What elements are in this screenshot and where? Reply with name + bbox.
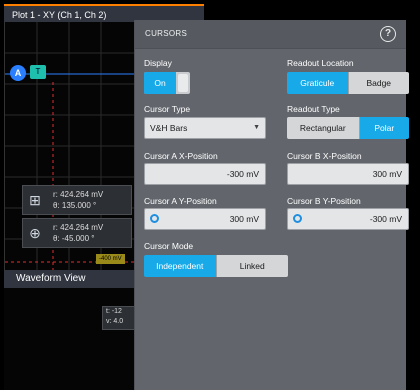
knob-icon bbox=[293, 214, 302, 223]
cursor-mode-independent-button[interactable]: Independent bbox=[144, 255, 216, 277]
circle-cross-icon: ⊕ bbox=[29, 225, 41, 241]
cursors-dialog: CURSORS ? Display On Readout Location Gr… bbox=[134, 20, 409, 390]
readout-type-selector: Rectangular Polar bbox=[287, 117, 409, 139]
cursor-type-value: V&H Bars bbox=[150, 123, 188, 133]
readout-2-radius: r: 424.264 mV bbox=[53, 223, 104, 232]
readout-1-angle: θ: 135.000 ° bbox=[53, 201, 97, 210]
cursor-type-label: Cursor Type bbox=[144, 104, 191, 114]
right-edge bbox=[405, 0, 420, 390]
readout-type-polar-button[interactable]: Polar bbox=[358, 117, 409, 139]
readout-type-rectangular-button[interactable]: Rectangular bbox=[287, 117, 359, 139]
dialog-header[interactable]: CURSORS ? bbox=[135, 20, 406, 49]
readout-location-graticule-button[interactable]: Graticule bbox=[287, 72, 348, 94]
waveform-view-title-bar[interactable]: Waveform View bbox=[4, 270, 134, 288]
waveform-readout: t: -12 v: 4.0 bbox=[102, 306, 138, 330]
cursor-mode-label: Cursor Mode bbox=[144, 241, 194, 251]
cursor-b-x-value: 300 mV bbox=[372, 169, 402, 179]
channel-a-marker[interactable]: A bbox=[10, 65, 26, 81]
display-label: Display bbox=[144, 58, 172, 68]
cursor-a-y-label: Cursor A Y-Position bbox=[144, 196, 217, 206]
knob-icon bbox=[150, 214, 159, 223]
plot-title: Plot 1 - XY (Ch 1, Ch 2) bbox=[12, 10, 107, 20]
waveform-readout-time: t: -12 bbox=[106, 308, 122, 315]
help-icon[interactable]: ? bbox=[380, 26, 396, 42]
waveform-view-area[interactable] bbox=[4, 288, 134, 390]
cursor-a-x-label: Cursor A X-Position bbox=[144, 151, 218, 161]
display-toggle[interactable]: On bbox=[144, 72, 190, 94]
cursor-readout-1[interactable]: ⊞ r: 424.264 mV θ: 135.000 ° bbox=[22, 185, 132, 215]
cursor-a-x-value: -300 mV bbox=[226, 169, 259, 179]
cursor-type-dropdown[interactable]: V&H Bars ▼ bbox=[144, 117, 266, 139]
toggle-knob bbox=[178, 74, 188, 92]
cursor-b-y-label: Cursor B Y-Position bbox=[287, 196, 361, 206]
grid-cross-icon: ⊞ bbox=[29, 192, 41, 208]
cursor-mode-linked-button[interactable]: Linked bbox=[215, 255, 288, 277]
readout-1-radius: r: 424.264 mV bbox=[53, 190, 104, 199]
readout-location-selector: Graticule Badge bbox=[287, 72, 409, 94]
readout-2-angle: θ: -45.000 ° bbox=[53, 234, 95, 243]
dialog-title: CURSORS bbox=[145, 29, 188, 38]
cursor-a-y-value: 300 mV bbox=[229, 214, 259, 224]
waveform-view-title: Waveform View bbox=[16, 273, 86, 284]
cursor-b-y-value: -300 mV bbox=[369, 214, 402, 224]
cursor-b-x-input[interactable]: 300 mV bbox=[287, 163, 409, 185]
chevron-down-icon: ▼ bbox=[253, 124, 260, 131]
waveform-readout-voltage: v: 4.0 bbox=[106, 318, 124, 325]
readout-location-badge-button[interactable]: Badge bbox=[347, 72, 409, 94]
trigger-marker[interactable]: T bbox=[30, 65, 46, 79]
cursor-b-x-label: Cursor B X-Position bbox=[287, 151, 362, 161]
cursor-readout-2[interactable]: ⊕ r: 424.264 mV θ: -45.000 ° bbox=[22, 218, 132, 248]
cursor-level-tag: -400 mV bbox=[96, 254, 125, 264]
cursor-b-y-input[interactable]: -300 mV bbox=[287, 208, 409, 230]
display-toggle-value: On bbox=[144, 72, 176, 94]
cursor-a-y-input[interactable]: 300 mV bbox=[144, 208, 266, 230]
readout-type-label: Readout Type bbox=[287, 104, 340, 114]
readout-location-label: Readout Location bbox=[287, 58, 354, 68]
cursor-mode-selector: Independent Linked bbox=[144, 255, 288, 277]
cursor-a-x-input[interactable]: -300 mV bbox=[144, 163, 266, 185]
